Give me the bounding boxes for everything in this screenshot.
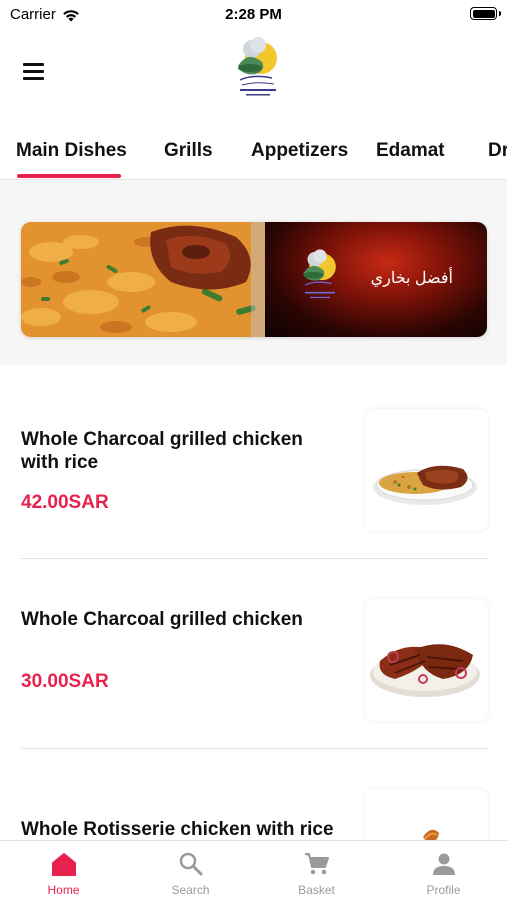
search-icon (179, 852, 202, 876)
tab-appetizers[interactable]: Appetizers (251, 140, 348, 162)
category-tabs: Main Dishes Grills Appetizers Edamat Dr (0, 126, 507, 180)
menu-content: أفضل بخاري Whole Charcoal grilled chicke… (0, 180, 507, 840)
active-tab-indicator (17, 174, 121, 178)
person-icon (432, 853, 455, 875)
bottom-tab-bar: Home Search Basket Profile (0, 840, 507, 900)
menu-item[interactable]: Whole Rotisserie chicken with rice (0, 749, 507, 840)
cart-icon (304, 853, 329, 875)
status-time: 2:28 PM (225, 6, 282, 23)
tab-search[interactable]: Search (127, 841, 254, 900)
item-image (365, 789, 488, 840)
hamburger-menu-icon[interactable] (20, 60, 50, 84)
tab-basket-label: Basket (298, 883, 335, 897)
promo-banner[interactable]: أفضل بخاري (21, 222, 487, 337)
status-bar: Carrier 2:28 PM (0, 0, 507, 30)
app-header (0, 30, 507, 120)
item-price: 30.00SAR (21, 671, 109, 692)
tab-drinks[interactable]: Dr (488, 140, 507, 162)
tab-main-dishes[interactable]: Main Dishes (16, 140, 127, 162)
tab-profile-label: Profile (426, 883, 461, 897)
item-image (365, 599, 488, 721)
restaurant-logo (238, 37, 277, 96)
tab-profile[interactable]: Profile (380, 841, 507, 900)
menu-item[interactable]: Whole Charcoal grilled chicken with rice… (0, 365, 507, 555)
item-price: 42.00SAR (21, 492, 109, 513)
tab-edamat[interactable]: Edamat (376, 140, 445, 162)
item-image (365, 409, 488, 531)
tab-search-label: Search (171, 883, 210, 897)
home-icon (51, 853, 76, 876)
item-name: Whole Charcoal grilled chicken with rice (21, 429, 303, 473)
tab-basket[interactable]: Basket (253, 841, 380, 900)
banner-brand-panel: أفضل بخاري (265, 222, 487, 337)
tab-home-label: Home (47, 883, 80, 897)
battery-icon (470, 7, 501, 20)
menu-item[interactable]: Whole Charcoal grilled chicken 30.00SAR (0, 559, 507, 749)
tab-grills[interactable]: Grills (164, 140, 213, 162)
item-name: Whole Rotisserie chicken with rice (21, 819, 334, 840)
banner-section: أفضل بخاري (0, 180, 507, 365)
restaurant-logo (303, 249, 336, 299)
item-name: Whole Charcoal grilled chicken (21, 609, 303, 630)
tab-home[interactable]: Home (0, 841, 127, 900)
banner-headline: أفضل بخاري (370, 270, 453, 287)
rice-dish-image (21, 222, 265, 337)
